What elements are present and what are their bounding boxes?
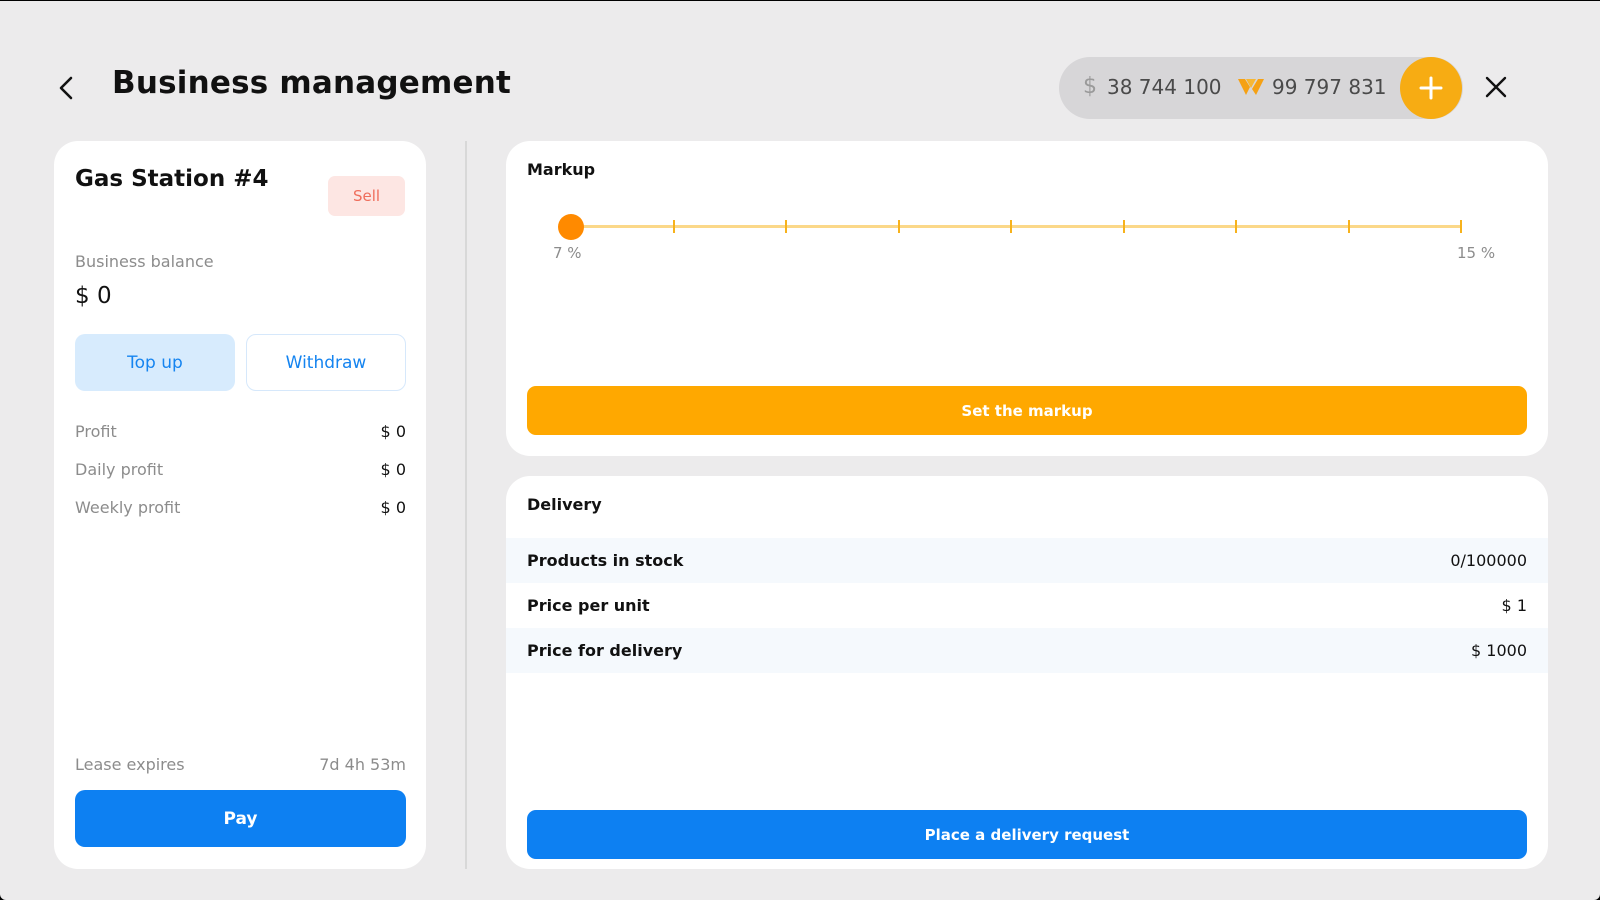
slider-tick: [1122, 220, 1125, 233]
price-per-unit-row: Price per unit $ 1: [506, 583, 1548, 628]
balance-value: $ 0: [75, 283, 112, 309]
stat-label: Profit: [75, 421, 117, 441]
slider-tick: [1010, 220, 1012, 233]
lease-row: Lease expires 7d 4h 53m: [75, 755, 406, 774]
business-name: Gas Station #4: [75, 166, 269, 192]
business-management-window: Business management $ 38 744 100 99 797 …: [0, 1, 1600, 900]
business-info-card: Gas Station #4 Sell Business balance $ 0…: [54, 141, 426, 869]
markup-title: Markup: [527, 160, 596, 179]
stat-label: Daily profit: [75, 459, 164, 479]
place-delivery-request-button[interactable]: Place a delivery request: [527, 810, 1527, 859]
stat-value: $ 0: [380, 497, 406, 517]
profit-row: Profit $ 0: [75, 419, 406, 443]
slider-thumb[interactable]: [558, 214, 584, 240]
add-funds-button[interactable]: [1400, 57, 1462, 119]
markup-card: Markup 7 % 15 % Set the markup: [506, 141, 1548, 456]
row-value: $ 1: [1501, 596, 1527, 615]
pay-button[interactable]: Pay: [75, 790, 406, 847]
sell-button[interactable]: Sell: [328, 176, 405, 216]
back-button[interactable]: [52, 71, 80, 105]
cash-balance: 38 744 100: [1107, 75, 1222, 99]
row-label: Price per unit: [527, 596, 650, 615]
slider-tick: [1347, 220, 1350, 233]
dollar-icon: $: [1083, 74, 1097, 99]
delivery-card: Delivery Products in stock 0/100000 Pric…: [506, 476, 1548, 869]
close-icon: [1485, 76, 1507, 98]
coin-icon: [1237, 77, 1265, 101]
slider-max-label: 15 %: [1457, 244, 1496, 262]
price-for-delivery-row: Price for delivery $ 1000: [506, 628, 1548, 673]
markup-slider[interactable]: [558, 211, 1462, 241]
slider-min-label: 7 %: [553, 244, 582, 262]
row-value: $ 1000: [1471, 641, 1527, 660]
stat-label: Weekly profit: [75, 497, 181, 517]
slider-tick: [785, 220, 787, 233]
slider-tick: [1235, 220, 1237, 233]
set-markup-button[interactable]: Set the markup: [527, 386, 1527, 435]
stat-value: $ 0: [380, 421, 406, 441]
products-in-stock-row: Products in stock 0/100000: [506, 538, 1548, 583]
slider-tick: [1460, 220, 1462, 233]
row-value: 0/100000: [1450, 551, 1527, 570]
delivery-title: Delivery: [527, 495, 602, 514]
top-up-button[interactable]: Top up: [75, 334, 235, 391]
weekly-profit-row: Weekly profit $ 0: [75, 495, 406, 519]
lease-label: Lease expires: [75, 755, 185, 774]
row-label: Products in stock: [527, 551, 684, 570]
balance-label: Business balance: [75, 252, 214, 271]
lease-value: 7d 4h 53m: [319, 755, 406, 774]
page-title: Business management: [112, 65, 512, 101]
stat-value: $ 0: [380, 459, 406, 479]
close-button[interactable]: [1480, 71, 1512, 103]
panel-divider: [465, 141, 467, 869]
daily-profit-row: Daily profit $ 0: [75, 457, 406, 481]
chevron-left-icon: [59, 76, 73, 100]
slider-tick: [672, 220, 675, 233]
plus-icon: [1419, 76, 1443, 100]
withdraw-button[interactable]: Withdraw: [246, 334, 406, 391]
row-label: Price for delivery: [527, 641, 683, 660]
slider-tick: [897, 220, 900, 233]
coin-balance: 99 797 831: [1272, 75, 1387, 99]
